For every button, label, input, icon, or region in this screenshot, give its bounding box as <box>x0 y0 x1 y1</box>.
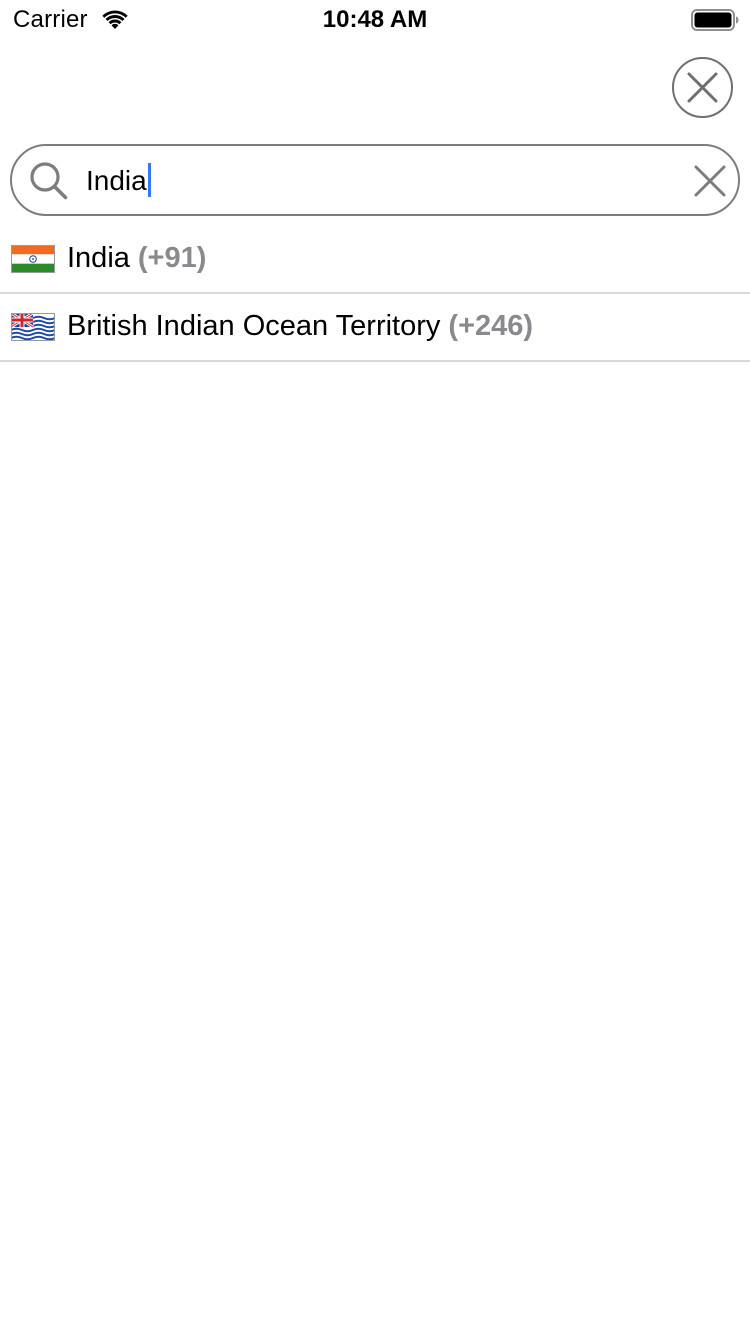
search-input[interactable]: India <box>86 162 151 200</box>
list-item-british-indian-ocean-territory[interactable]: British Indian Ocean Territory (+246) <box>0 294 750 362</box>
country-name: British Indian Ocean Territory <box>67 310 441 342</box>
country-picker-screen: Carrier 10:48 AM India India (+91) Briti… <box>0 0 750 1334</box>
list-item-label: British Indian Ocean Territory (+246) <box>67 308 533 344</box>
search-input-value: India <box>86 165 147 196</box>
list-item-india[interactable]: India (+91) <box>0 226 750 294</box>
dial-code: (+91) <box>137 242 207 274</box>
country-name: India <box>67 242 130 274</box>
country-results-list: India (+91) British Indian Ocean Territo… <box>0 226 750 362</box>
text-caret <box>147 163 151 197</box>
close-button[interactable] <box>672 57 733 118</box>
india-flag-icon <box>11 245 55 273</box>
biot-flag-icon <box>11 313 55 341</box>
list-item-label: India (+91) <box>67 240 206 276</box>
status-bar: Carrier 10:48 AM <box>0 0 750 40</box>
close-icon <box>687 72 718 103</box>
dial-code: (+246) <box>448 310 534 342</box>
status-time: 10:48 AM <box>322 6 428 33</box>
search-icon <box>30 162 68 200</box>
search-bar[interactable]: India <box>10 144 740 216</box>
clear-search-button[interactable] <box>692 163 728 199</box>
battery-icon <box>691 9 739 31</box>
